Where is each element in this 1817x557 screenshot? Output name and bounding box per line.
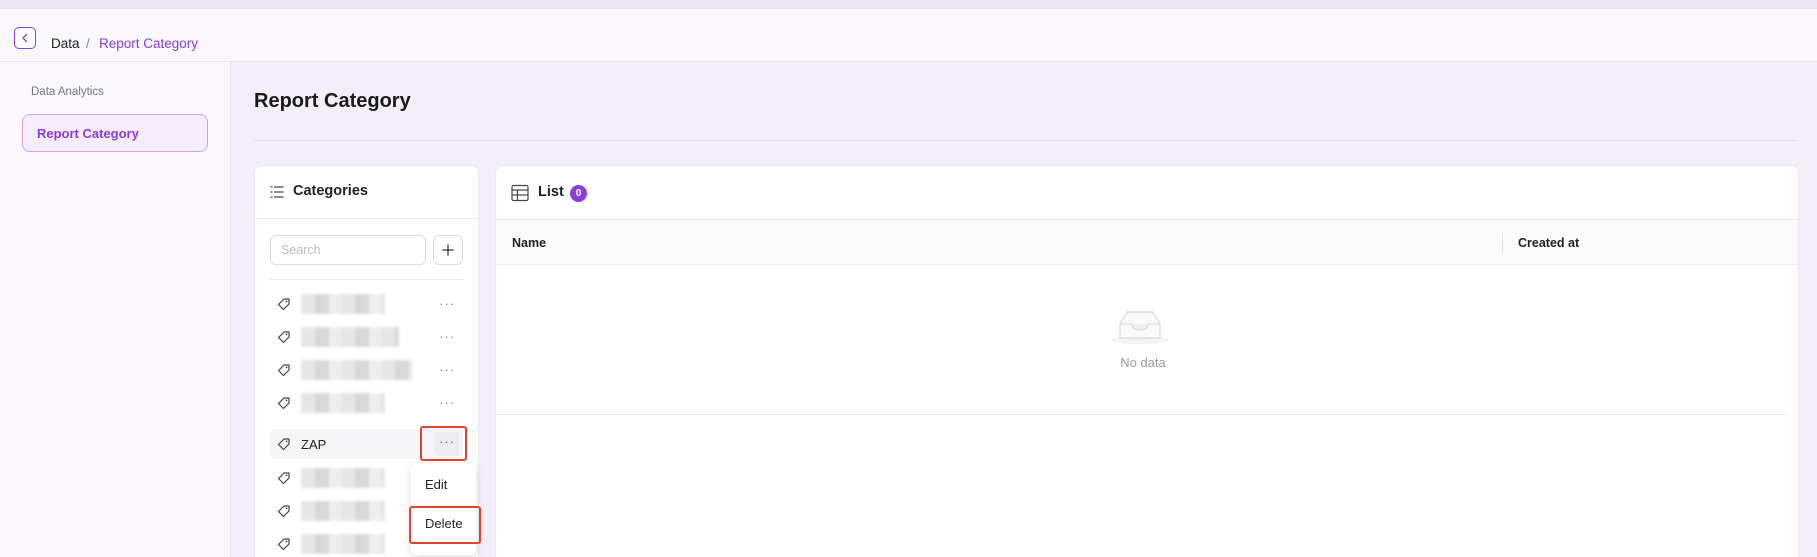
tag-icon bbox=[277, 438, 290, 451]
breadcrumb-separator: / bbox=[86, 36, 90, 51]
sidebar-item-report-category[interactable]: Report Category bbox=[22, 114, 208, 152]
more-icon[interactable]: ··· bbox=[439, 362, 455, 377]
category-item[interactable]: ··· bbox=[270, 289, 463, 319]
redacted-category-name bbox=[301, 327, 399, 347]
table-icon bbox=[511, 184, 529, 202]
header-bar: Data / Report Category bbox=[0, 9, 1817, 62]
category-item[interactable]: ··· bbox=[270, 388, 463, 418]
table-header-row: Name Created at bbox=[496, 221, 1798, 265]
list-panel: List 0 Name Created at No data bbox=[495, 165, 1799, 557]
back-button[interactable] bbox=[14, 27, 36, 49]
category-name: ZAP bbox=[301, 437, 327, 452]
tag-icon bbox=[277, 298, 290, 311]
list-header: List 0 bbox=[496, 166, 1798, 220]
category-item[interactable]: ··· bbox=[270, 322, 463, 352]
redacted-category-name bbox=[301, 360, 413, 380]
plus-icon bbox=[442, 244, 454, 256]
categories-header: Categories bbox=[255, 166, 478, 219]
redacted-category-name bbox=[301, 468, 385, 488]
title-divider bbox=[254, 140, 1798, 141]
tag-icon bbox=[277, 538, 290, 551]
tag-icon bbox=[277, 331, 290, 344]
list-title: List bbox=[538, 184, 564, 200]
highlight-delete-item bbox=[409, 506, 481, 544]
more-icon[interactable]: ··· bbox=[439, 296, 455, 311]
tag-icon bbox=[277, 397, 290, 410]
more-icon[interactable]: ··· bbox=[439, 329, 455, 344]
redacted-category-name bbox=[301, 294, 385, 314]
tag-icon bbox=[277, 472, 290, 485]
redacted-category-name bbox=[301, 501, 385, 521]
list-icon bbox=[270, 186, 284, 198]
add-category-button[interactable] bbox=[433, 235, 463, 265]
chevron-left-icon bbox=[22, 33, 28, 43]
breadcrumb-root[interactable]: Data bbox=[51, 36, 80, 51]
highlight-more-button bbox=[420, 426, 467, 461]
sidebar: Data Analytics Report Category bbox=[0, 62, 231, 557]
redacted-category-name bbox=[301, 393, 385, 413]
menu-item-edit[interactable]: Edit bbox=[425, 477, 447, 492]
page-title: Report Category bbox=[254, 90, 411, 112]
table-bottom-border bbox=[496, 414, 1786, 415]
column-header-created-at[interactable]: Created at bbox=[1518, 236, 1579, 250]
list-count-badge: 0 bbox=[570, 185, 587, 202]
tag-icon bbox=[277, 505, 290, 518]
sidebar-group-label: Data Analytics bbox=[31, 86, 104, 98]
more-icon[interactable]: ··· bbox=[439, 395, 455, 410]
categories-title: Categories bbox=[293, 183, 368, 199]
category-item[interactable]: ··· bbox=[270, 355, 463, 385]
top-strip bbox=[0, 0, 1817, 9]
empty-state-text: No data bbox=[1120, 355, 1166, 370]
column-header-name[interactable]: Name bbox=[512, 236, 546, 250]
categories-divider bbox=[270, 279, 463, 280]
redacted-category-name bbox=[301, 534, 385, 554]
tag-icon bbox=[277, 364, 290, 377]
category-search-input[interactable] bbox=[270, 235, 426, 265]
sidebar-item-label: Report Category bbox=[37, 126, 139, 141]
breadcrumb-current: Report Category bbox=[99, 36, 199, 51]
empty-inbox-icon bbox=[1111, 311, 1169, 344]
column-separator bbox=[1502, 233, 1503, 253]
